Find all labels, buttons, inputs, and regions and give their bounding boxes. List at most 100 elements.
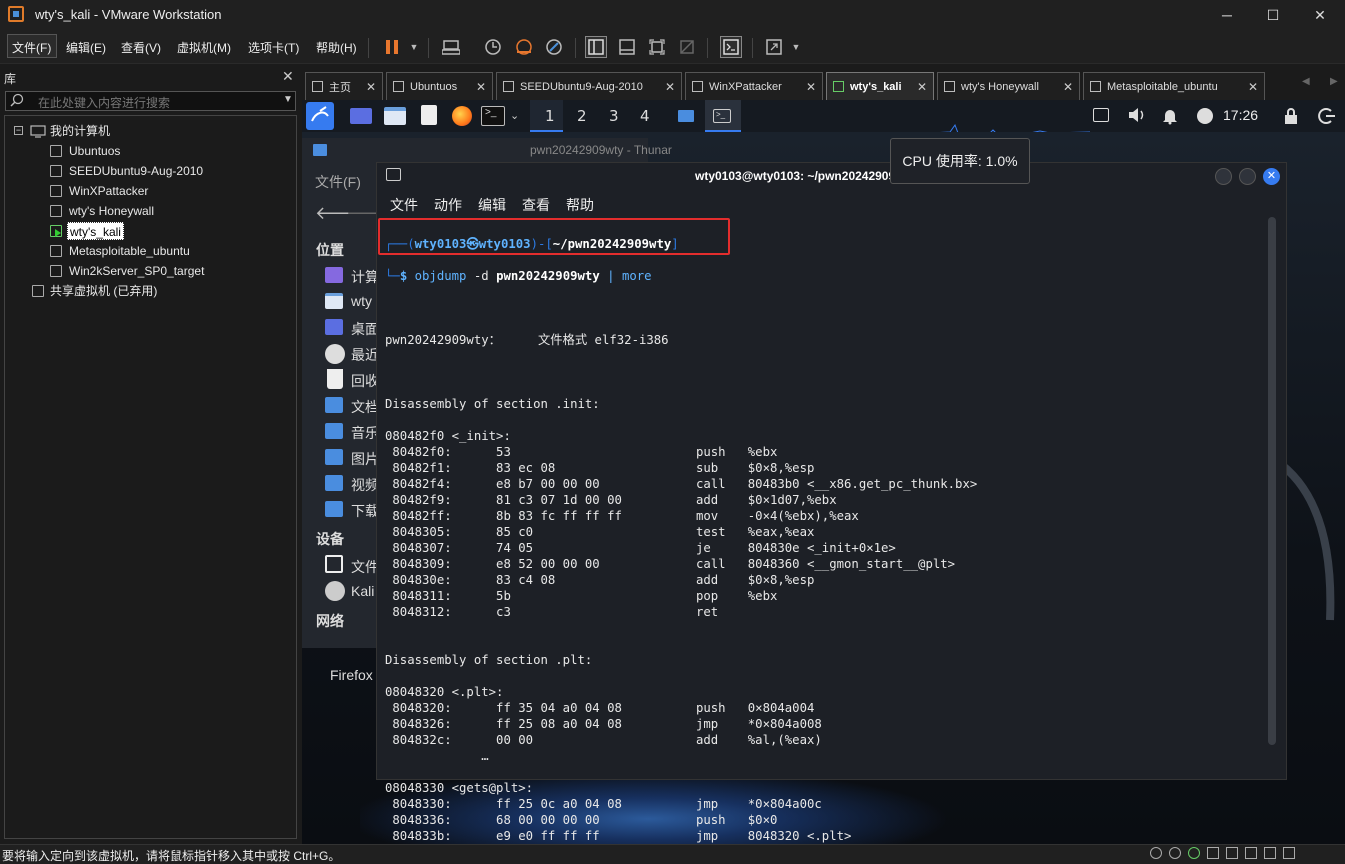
minimize-button[interactable]: ─ <box>1204 0 1250 30</box>
kali-menu-icon[interactable] <box>306 102 334 130</box>
places-desktop[interactable]: 桌面 <box>351 319 379 339</box>
stretch-dropdown-icon[interactable]: ▼ <box>785 36 807 58</box>
tree-vm-win2kserver[interactable]: Win2kServer_SP0_target <box>69 262 204 280</box>
tab-home[interactable]: 主页 ✕ <box>305 72 383 100</box>
maximize-button[interactable]: ☐ <box>1250 0 1296 30</box>
tab-close-icon[interactable]: ✕ <box>366 80 376 94</box>
places-documents[interactable]: 文档 <box>351 397 379 417</box>
places-home[interactable]: wty <box>351 293 372 309</box>
file-manager-icon[interactable] <box>384 107 406 125</box>
terminal-menu-help[interactable]: 帮助 <box>566 195 594 215</box>
places-pictures[interactable]: 图片 <box>351 449 379 469</box>
terminal-output[interactable]: ┌──(wty0103㉿wty0103)-[~/pwn20242909wty] … <box>385 220 1265 860</box>
tab-scroll-left-icon[interactable]: ◀ <box>1302 76 1310 87</box>
tab-close-icon[interactable]: ✕ <box>665 80 675 94</box>
workspace-1[interactable]: 1 <box>545 107 555 125</box>
close-button[interactable]: ✕ <box>1297 0 1343 30</box>
workspace-3[interactable]: 3 <box>609 107 619 125</box>
terminal-menu-view[interactable]: 查看 <box>522 195 550 215</box>
devices-filesystem[interactable]: 文件 <box>351 557 379 577</box>
terminal-close-button[interactable]: ✕ <box>1263 168 1280 185</box>
tab-metasploitable[interactable]: Metasploitable_ubuntu ✕ <box>1083 72 1265 100</box>
thunar-task-icon[interactable] <box>678 110 694 122</box>
library-close-button[interactable]: ✕ <box>282 68 294 85</box>
console-view-icon[interactable] <box>720 36 742 58</box>
snapshot-icon[interactable] <box>482 36 504 58</box>
search-dropdown-icon[interactable]: ▼ <box>283 94 293 105</box>
cdrom-icon[interactable] <box>1169 847 1181 859</box>
menu-file[interactable]: 文件(F) <box>12 39 51 56</box>
terminal-dropdown-icon[interactable]: ⌄ <box>510 109 519 122</box>
network-icon[interactable] <box>1093 108 1109 122</box>
workspace-4[interactable]: 4 <box>640 107 650 125</box>
pause-dropdown-icon[interactable]: ▼ <box>403 36 425 58</box>
tree-my-computer[interactable]: 我的计算机 <box>50 122 110 140</box>
tree-shared-vms[interactable]: 共享虚拟机 (已弃用) <box>50 282 157 300</box>
terminal-scrollbar[interactable] <box>1268 217 1276 745</box>
tab-close-icon[interactable]: ✕ <box>1248 80 1258 94</box>
notification-bell-icon[interactable] <box>1162 107 1178 130</box>
places-downloads[interactable]: 下载 <box>351 501 379 521</box>
tree-vm-kali-selected[interactable]: wty's_kali <box>67 222 124 240</box>
menu-help[interactable]: 帮助(H) <box>316 39 357 56</box>
thumbnail-bar-icon[interactable] <box>616 36 638 58</box>
tab-close-icon[interactable]: ✕ <box>917 80 927 94</box>
tab-close-icon[interactable]: ✕ <box>476 80 486 94</box>
tab-close-icon[interactable]: ✕ <box>806 80 816 94</box>
tab-close-icon[interactable]: ✕ <box>1063 80 1073 94</box>
fullscreen-icon[interactable] <box>646 36 668 58</box>
devices-kali[interactable]: Kali <box>351 583 374 599</box>
menu-edit[interactable]: 编辑(E) <box>66 39 106 56</box>
terminal-menu-actions[interactable]: 动作 <box>434 195 462 215</box>
usb-icon[interactable] <box>1207 847 1219 859</box>
stretch-guest-icon[interactable] <box>763 36 785 58</box>
sound-icon[interactable] <box>1226 847 1238 859</box>
pause-icon[interactable] <box>381 36 403 58</box>
tab-kali[interactable]: wty's_kali ✕ <box>826 72 934 100</box>
clock[interactable]: 17:26 <box>1223 107 1258 123</box>
places-videos[interactable]: 视频 <box>351 475 379 495</box>
snapshot-manager-icon[interactable] <box>543 36 565 58</box>
terminal-menu-edit[interactable]: 编辑 <box>478 195 506 215</box>
message-icon[interactable] <box>1283 847 1295 859</box>
tree-vm-honeywall[interactable]: wty's Honeywall <box>69 202 154 220</box>
display-icon[interactable] <box>1264 847 1276 859</box>
places-music[interactable]: 音乐 <box>351 423 379 443</box>
volume-icon[interactable] <box>1127 106 1147 129</box>
tab-winxpattacker[interactable]: WinXPattacker ✕ <box>685 72 823 100</box>
places-recent[interactable]: 最近 <box>351 345 379 365</box>
thunar-menu-file[interactable]: 文件(F) <box>315 172 361 192</box>
tree-collapse-icon[interactable]: − <box>14 126 23 135</box>
tab-honeywall[interactable]: wty's Honeywall ✕ <box>937 72 1080 100</box>
terminal-launcher-icon[interactable]: >_ <box>481 106 505 126</box>
tab-scroll-right-icon[interactable]: ▶ <box>1330 76 1338 87</box>
tree-vm-metasploitable[interactable]: Metasploitable_ubuntu <box>69 242 190 260</box>
workspace-2[interactable]: 2 <box>577 107 587 125</box>
menu-view[interactable]: 查看(V) <box>121 39 161 56</box>
lock-screen-icon[interactable] <box>1284 107 1298 130</box>
menu-tabs[interactable]: 选项卡(T) <box>248 39 299 56</box>
tab-seedubuntu[interactable]: SEEDUbuntu9-Aug-2010 ✕ <box>496 72 682 100</box>
tree-vm-seedubuntu[interactable]: SEEDUbuntu9-Aug-2010 <box>69 162 203 180</box>
printer-icon[interactable] <box>1245 847 1257 859</box>
terminal-maximize-button[interactable] <box>1239 168 1256 185</box>
places-computer[interactable]: 计算 <box>351 267 379 287</box>
show-library-icon[interactable] <box>585 36 607 58</box>
tab-ubuntuos[interactable]: Ubuntuos ✕ <box>386 72 493 100</box>
network-adapter-icon[interactable] <box>1188 847 1200 859</box>
text-editor-icon[interactable] <box>421 105 437 125</box>
power-manager-icon[interactable] <box>1197 108 1213 124</box>
show-desktop-icon[interactable] <box>350 108 372 124</box>
tree-vm-winxpattacker[interactable]: WinXPattacker <box>69 182 148 200</box>
menu-vm[interactable]: 虚拟机(M) <box>177 39 231 56</box>
tree-vm-ubuntuos[interactable]: Ubuntuos <box>69 142 120 160</box>
terminal-minimize-button[interactable] <box>1215 168 1232 185</box>
unity-icon[interactable] <box>676 36 698 58</box>
send-keys-icon[interactable] <box>440 36 462 58</box>
terminal-menu-file[interactable]: 文件 <box>390 195 418 215</box>
places-trash[interactable]: 回收 <box>351 371 379 391</box>
logout-icon[interactable] <box>1318 107 1336 130</box>
firefox-icon[interactable] <box>452 106 472 126</box>
hdd-icon[interactable] <box>1150 847 1162 859</box>
revert-snapshot-icon[interactable] <box>513 36 535 58</box>
